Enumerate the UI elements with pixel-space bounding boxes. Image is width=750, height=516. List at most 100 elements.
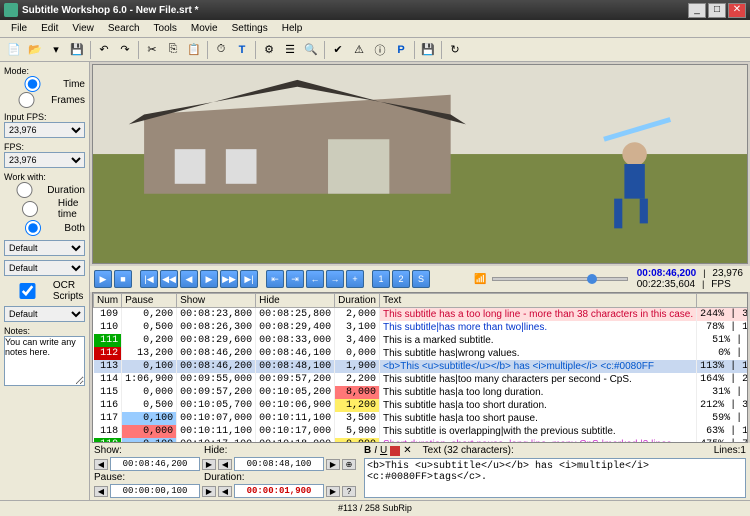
charset-select[interactable]: Default xyxy=(4,240,85,256)
copy-icon[interactable]: ⎘ xyxy=(163,40,183,60)
underline-icon[interactable]: U xyxy=(380,445,387,456)
video-preview[interactable] xyxy=(92,64,748,264)
refresh-icon[interactable]: ↻ xyxy=(445,40,465,60)
col-pause[interactable]: Pause xyxy=(122,294,177,308)
menu-file[interactable]: File xyxy=(4,21,34,36)
maximize-button[interactable]: □ xyxy=(708,3,726,18)
btn3-icon[interactable]: S xyxy=(412,270,430,288)
inputfps-select[interactable]: 23,976 xyxy=(4,122,85,138)
work-both-radio[interactable] xyxy=(4,220,62,236)
col-hide[interactable]: Hide xyxy=(256,294,335,308)
mode-time-radio[interactable] xyxy=(4,76,61,92)
table-row[interactable]: 1090,20000:08:23,80000:08:25,8002,000Thi… xyxy=(94,308,749,322)
fps-select[interactable]: 23,976 xyxy=(4,152,85,168)
cut-icon[interactable]: ✂ xyxy=(142,40,162,60)
lang-select[interactable]: Default xyxy=(4,260,85,276)
menu-settings[interactable]: Settings xyxy=(225,21,275,36)
add-sub-icon[interactable]: + xyxy=(346,270,364,288)
minimize-button[interactable]: _ xyxy=(688,3,706,18)
dur-input[interactable] xyxy=(234,484,324,498)
menu-edit[interactable]: Edit xyxy=(34,21,65,36)
dur-dec[interactable]: ◀ xyxy=(218,486,232,497)
col-dur[interactable]: Duration xyxy=(335,294,380,308)
menu-tools[interactable]: Tools xyxy=(147,21,184,36)
btn2-icon[interactable]: 2 xyxy=(392,270,410,288)
col-text[interactable]: Text xyxy=(379,294,696,308)
table-row[interactable]: 1100,50000:08:26,30000:08:29,4003,100Thi… xyxy=(94,321,749,334)
hide-input[interactable] xyxy=(234,457,324,471)
save2-icon[interactable]: 💾 xyxy=(418,40,438,60)
pause-dec[interactable]: ◀ xyxy=(94,486,108,497)
clear-icon[interactable]: ✕ xyxy=(403,445,411,456)
sync-out-icon[interactable]: → xyxy=(326,270,344,288)
menu-movie[interactable]: Movie xyxy=(184,21,225,36)
play-icon[interactable]: ▶ xyxy=(94,270,112,288)
ff-icon[interactable]: ▶▶ xyxy=(220,270,238,288)
mark-in-icon[interactable]: ⇤ xyxy=(266,270,284,288)
seek-slider[interactable] xyxy=(492,277,627,281)
work-duration-radio[interactable] xyxy=(4,182,45,198)
paste-icon[interactable]: 📋 xyxy=(184,40,204,60)
settings-icon[interactable]: ⚙ xyxy=(259,40,279,60)
menu-search[interactable]: Search xyxy=(101,21,147,36)
volume-icon[interactable]: 📶 xyxy=(474,274,486,285)
snap-icon[interactable]: ⊕ xyxy=(342,459,356,470)
close-button[interactable]: ✕ xyxy=(728,3,746,18)
pascal-icon[interactable]: P xyxy=(391,40,411,60)
warning-icon[interactable]: ⚠ xyxy=(349,40,369,60)
dur-inc[interactable]: ▶ xyxy=(326,486,340,497)
table-row[interactable]: 1110,20000:08:29,60000:08:33,0003,400Thi… xyxy=(94,334,749,347)
show-input[interactable] xyxy=(110,457,200,471)
table-row[interactable]: 1141:06,90000:09:55,00000:09:57,2002,200… xyxy=(94,373,749,386)
table-row[interactable]: 1170,10000:10:07,00000:10:11,1003,500Thi… xyxy=(94,412,749,425)
table-row[interactable]: 1130,10000:08:46,20000:08:48,1001,900<b>… xyxy=(94,360,749,373)
open-icon[interactable]: 📂 xyxy=(25,40,45,60)
pause-input[interactable] xyxy=(110,484,200,498)
pause-inc[interactable]: ▶ xyxy=(202,486,216,497)
table-row[interactable]: 1150,00000:09:57,20000:10:05,2008,000Thi… xyxy=(94,386,749,399)
menu-view[interactable]: View xyxy=(65,21,101,36)
ocr-select[interactable]: Default xyxy=(4,306,85,322)
subtitle-grid[interactable]: Num Pause Show Hide Duration Text 1090,2… xyxy=(92,292,748,443)
subtitle-editor[interactable]: <b>This <u>subtitle</u></b> has <i>multi… xyxy=(364,458,746,498)
list-icon[interactable]: ☰ xyxy=(280,40,300,60)
col-num[interactable]: Num xyxy=(94,294,122,308)
back-icon[interactable]: ◀ xyxy=(180,270,198,288)
mark-out-icon[interactable]: ⇥ xyxy=(286,270,304,288)
show-dec[interactable]: ◀ xyxy=(94,459,108,470)
text-icon[interactable]: T xyxy=(232,40,252,60)
color-icon[interactable] xyxy=(390,446,400,456)
rew-icon[interactable]: ◀◀ xyxy=(160,270,178,288)
menu-help[interactable]: Help xyxy=(275,21,310,36)
mode-frames-radio[interactable] xyxy=(4,92,49,108)
spell-icon[interactable]: ✔ xyxy=(328,40,348,60)
redo-icon[interactable]: ↷ xyxy=(115,40,135,60)
fwd-icon[interactable]: ▶ xyxy=(200,270,218,288)
sync-in-icon[interactable]: ← xyxy=(306,270,324,288)
work-hide-radio[interactable] xyxy=(4,201,56,217)
ocr-checkbox[interactable] xyxy=(4,283,51,299)
table-row[interactable]: 1180,00000:10:11,10000:10:17,0005,900Thi… xyxy=(94,425,749,438)
hide-dec[interactable]: ◀ xyxy=(218,459,232,470)
show-inc[interactable]: ▶ xyxy=(202,459,216,470)
new-icon[interactable]: 📄 xyxy=(4,40,24,60)
table-row[interactable]: 1160,50000:10:05,70000:10:06,9001,200Thi… xyxy=(94,399,749,412)
btn1-icon[interactable]: 1 xyxy=(372,270,390,288)
italic-icon[interactable]: I xyxy=(374,445,377,456)
col-show[interactable]: Show xyxy=(177,294,256,308)
time-icon[interactable]: ⏱ xyxy=(211,40,231,60)
stop-icon[interactable]: ■ xyxy=(114,270,132,288)
table-row[interactable]: 11213,20000:08:46,20000:08:46,1000,000Th… xyxy=(94,347,749,360)
snap2-icon[interactable]: ? xyxy=(342,486,356,497)
save-icon[interactable]: 💾 xyxy=(67,40,87,60)
col-stats[interactable] xyxy=(697,294,748,308)
dropdown-icon[interactable]: ▾ xyxy=(46,40,66,60)
bold-icon[interactable]: B xyxy=(364,445,371,456)
undo-icon[interactable]: ↶ xyxy=(94,40,114,60)
search-icon[interactable]: 🔍 xyxy=(301,40,321,60)
next-icon[interactable]: ▶| xyxy=(240,270,258,288)
prev-icon[interactable]: |◀ xyxy=(140,270,158,288)
notes-textarea[interactable]: You can write any notes here. xyxy=(4,336,85,386)
info-icon[interactable]: ⓘ xyxy=(370,40,390,60)
hide-inc[interactable]: ▶ xyxy=(326,459,340,470)
